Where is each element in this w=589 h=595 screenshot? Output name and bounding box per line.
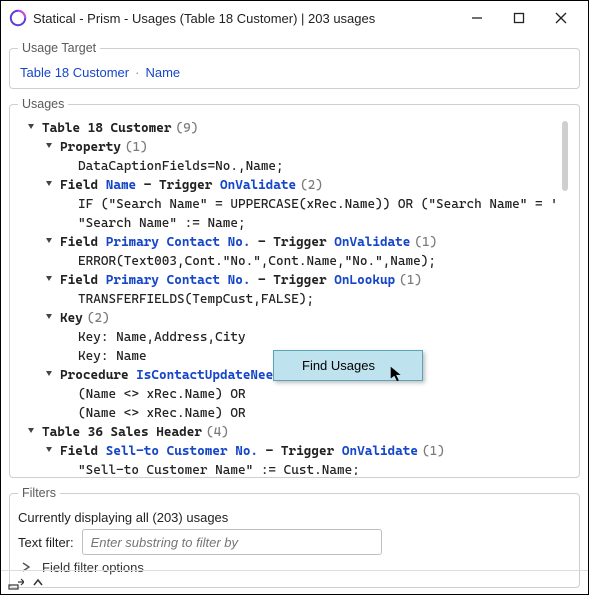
usage-tree-node[interactable]: Table 36 Sales Header (4) [20,423,557,442]
usage-count: (1) [414,233,437,252]
node-label: Key [60,309,83,328]
usage-code-line[interactable]: (Name <> xRec.Name) OR [20,385,557,404]
chevron-down-icon[interactable] [42,309,56,321]
export-icon[interactable] [7,574,25,592]
chevron-down-icon[interactable] [42,366,56,378]
usage-code-line[interactable]: (Name <> xRec.Name) OR [20,404,557,423]
code-text: IF ("Search Name" = UPPERCASE(xRec.Name)… [78,195,557,214]
cursor-icon [388,365,406,383]
code-text: TRANSFERFIELDS(TempCust,FALSE); [78,290,314,309]
target-object-link[interactable]: Table 18 Customer [20,65,129,80]
usages-tree[interactable]: Table 18 Customer (9)Property (1)DataCap… [18,117,557,475]
usage-code-line[interactable]: TRANSFERFIELDS(TempCust,FALSE); [20,290,557,309]
code-text: "Sell-to Customer Name" := Cust.Name; [78,461,360,475]
status-bar [1,570,588,594]
node-label: Field Primary Contact No. - Trigger OnVa… [60,233,410,252]
usage-count: (2) [87,309,110,328]
usage-code-line[interactable]: ERROR(Text003,Cont."No.",Cont.Name,"No."… [20,252,557,271]
close-button[interactable] [540,3,582,33]
filters-summary: Currently displaying all (203) usages [18,510,228,525]
usage-tree-node[interactable]: Key (2) [20,309,557,328]
scroll-thumb[interactable] [562,121,568,191]
code-text: Key: Name,Address,City [78,328,246,347]
code-text: (Name <> xRec.Name) OR [78,385,246,404]
code-text: "Search Name" := Name; [78,214,246,233]
usage-target-legend: Usage Target [18,41,100,55]
usage-code-line[interactable]: "Search Name" := Name; [20,214,557,233]
node-label: Table 36 Sales Header [42,423,202,442]
usage-tree-node[interactable]: Field Sell-to Customer No. - Trigger OnV… [20,442,557,461]
usage-tree-node[interactable]: Field Primary Contact No. - Trigger OnVa… [20,233,557,252]
usage-count: (9) [176,119,199,138]
code-text: ERROR(Text003,Cont."No.",Cont.Name,"No."… [78,252,436,271]
text-filter-input[interactable] [82,529,382,555]
usage-count: (1) [422,442,445,461]
titlebar: Statical - Prism - Usages (Table 18 Cust… [1,1,588,35]
app-icon [9,9,27,27]
usage-tree-node[interactable]: Table 18 Customer (9) [20,119,557,138]
minimize-button[interactable] [456,3,498,33]
scrollbar[interactable] [561,121,569,471]
usage-count: (2) [300,176,323,195]
chevron-down-icon[interactable] [42,176,56,188]
node-label: Field Primary Contact No. - Trigger OnLo… [60,271,395,290]
chevron-down-icon[interactable] [24,423,38,435]
window-controls [456,3,582,33]
text-filter-label: Text filter: [18,535,74,550]
node-label: Property [60,138,121,157]
window-title: Statical - Prism - Usages (Table 18 Cust… [33,11,456,26]
usages-group: Usages Table 18 Customer (9)Property (1)… [9,97,580,478]
node-label: Field Name - Trigger OnValidate [60,176,296,195]
filters-legend: Filters [18,486,60,500]
usage-code-line[interactable]: IF ("Search Name" = UPPERCASE(xRec.Name)… [20,195,557,214]
collapse-all-icon[interactable] [29,574,47,592]
code-text: (Name <> xRec.Name) OR [78,404,246,423]
target-member-link[interactable]: Name [145,65,180,80]
code-text: DataCaptionFields=No.,Name; [78,157,284,176]
usages-legend: Usages [18,97,68,111]
usage-tree-node[interactable]: Field Primary Contact No. - Trigger OnLo… [20,271,557,290]
usage-count: (1) [399,271,422,290]
chevron-down-icon[interactable] [42,442,56,454]
maximize-button[interactable] [498,3,540,33]
node-label: Field Sell-to Customer No. - Trigger OnV… [60,442,418,461]
node-label: Procedure IsContactUpdateNeeded [60,366,296,385]
chevron-down-icon[interactable] [42,271,56,283]
usage-tree-node[interactable]: Property (1) [20,138,557,157]
usage-code-line[interactable]: DataCaptionFields=No.,Name; [20,157,557,176]
usage-count: (1) [125,138,148,157]
node-label: Table 18 Customer [42,119,172,138]
code-text: Key: Name [78,347,147,366]
chevron-down-icon[interactable] [24,119,38,131]
usage-code-line[interactable]: "Sell-to Customer Name" := Cust.Name; [20,461,557,475]
usage-code-line[interactable]: Key: Name,Address,City [20,328,557,347]
usage-target-group: Usage Target Table 18 Customer · Name [9,41,580,89]
usage-count: (4) [206,423,229,442]
chevron-down-icon[interactable] [42,233,56,245]
chevron-down-icon[interactable] [42,138,56,150]
usage-tree-node[interactable]: Field Name - Trigger OnValidate (2) [20,176,557,195]
target-separator: · [135,65,139,80]
